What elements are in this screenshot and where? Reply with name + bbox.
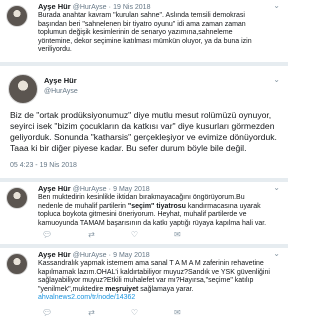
message-icon[interactable]: ✉ — [174, 308, 181, 317]
tweet-card[interactable]: Ayşe Hür @HurAyse · 9 May 2018 ⌄ Kassand… — [0, 248, 288, 330]
like-icon[interactable]: ♡ — [131, 230, 138, 239]
retweet-icon[interactable]: ⇄ — [88, 308, 95, 317]
author-handle[interactable]: @HurAyse — [73, 4, 107, 11]
tweet-text-line: başından beri "sahnelenen bir tiyatro oy… — [38, 20, 246, 28]
tweet-text-line: geliyorduk. Sonunda "katharsis" gerçekle… — [10, 132, 277, 142]
tweet-text-line: kamuoyunda TAMAM başarısının da katkı ya… — [38, 219, 267, 227]
tweet-text-line: kapılmamak lazım.OHAL'i kaldırtabiliyor … — [38, 268, 270, 276]
tweet-date[interactable]: 9 May 2018 — [113, 252, 150, 259]
tweet-text-line: Kassandralık yapmak istemem ama sanal T … — [38, 260, 264, 267]
avatar[interactable] — [8, 74, 38, 104]
avatar[interactable] — [6, 187, 28, 209]
tweet-text-line: Burada anahtar kavram "kurulan sahne". A… — [38, 12, 245, 19]
tweet-link[interactable]: ahvalnews2.com/tr/node/14362 — [38, 294, 135, 303]
tweet-timestamp[interactable]: 05 4:23 - 19 Nis 2018 — [10, 162, 77, 171]
avatar[interactable] — [6, 253, 28, 275]
author-handle[interactable]: @HurAyse — [73, 252, 107, 259]
tweet-text-line: veriliyordu. — [38, 46, 72, 53]
tweet-text-line: sağlayabiliyor muyuz?Etkili muhalefet va… — [38, 277, 254, 284]
tweet-card-focused[interactable]: Ayşe Hür @HurAyse ⌄ Biz de "ortak prodük… — [0, 66, 288, 176]
bold-phrase: "seçim" tiyatrosu — [127, 202, 186, 210]
chevron-down-icon[interactable]: ⌄ — [273, 249, 280, 258]
tweet-card[interactable]: Ayşe Hür @HurAyse · 19 Nis 2018 ⌄ Burada… — [0, 0, 288, 60]
tweet-actions: 💬︎ ⇄ ♡ ✉ — [42, 230, 181, 239]
chevron-down-icon[interactable]: ⌄ — [273, 1, 280, 10]
avatar[interactable] — [6, 5, 28, 27]
author-handle[interactable]: @HurAyse — [44, 86, 78, 95]
tweet-date[interactable]: 9 May 2018 — [113, 186, 150, 193]
tweet-date[interactable]: 19 Nis 2018 — [113, 4, 150, 11]
author-name[interactable]: Ayşe Hür — [44, 76, 77, 85]
message-icon[interactable]: ✉ — [174, 230, 181, 239]
retweet-icon[interactable]: ⇄ — [88, 230, 95, 239]
reply-icon[interactable]: 💬︎ — [42, 308, 52, 317]
chevron-down-icon[interactable]: ⌄ — [273, 183, 280, 192]
author-handle[interactable]: @HurAyse — [73, 186, 107, 193]
reply-icon[interactable]: 💬︎ — [42, 230, 52, 239]
chevron-down-icon[interactable]: ⌄ — [273, 75, 280, 84]
tweet-header: Ayşe Hür @HurAyse · 19 Nis 2018 — [38, 2, 151, 11]
tweet-thread: Ayşe Hür @HurAyse · 19 Nis 2018 ⌄ Burada… — [0, 0, 288, 330]
tweet-text-line: seyirci isek "bizim çocukların da katkıs… — [10, 121, 275, 131]
author-name[interactable]: Ayşe Hür — [38, 250, 71, 259]
tweet-card[interactable]: Ayşe Hür @HurAyse · 9 May 2018 ⌄ Ben muk… — [0, 182, 288, 242]
author-name[interactable]: Ayşe Hür — [38, 2, 71, 11]
tweet-text-line: Ben muktedirin kesinlikle iktidan bırakm… — [38, 194, 245, 201]
like-icon[interactable]: ♡ — [131, 308, 138, 317]
author-name[interactable]: Ayşe Hür — [38, 184, 71, 193]
tweet-header: Ayşe Hür @HurAyse · 9 May 2018 — [38, 250, 150, 259]
tweet-text-line: Taaa ki bir diğer piyese kadar. Bu sefer… — [10, 143, 247, 153]
tweet-header: Ayşe Hür @HurAyse · 9 May 2018 — [38, 184, 150, 193]
tweet-text-line: nedenle de muhalif partilerin "seçim" ti… — [38, 202, 261, 210]
tweet-text-line: "yenilmek",muktedire meşruiyet sağlamaya… — [38, 285, 194, 293]
tweet-text-line: yöntemine, dekor seçimine katılması mümk… — [38, 37, 252, 45]
bold-phrase: meşruiyet — [105, 285, 139, 293]
tweet-text-line: toplumun değişik kesimlerinin de senaryo… — [38, 29, 233, 36]
tweet-actions: 💬︎ ⇄ ♡ ✉ — [42, 308, 181, 317]
tweet-text-line: Biz de "ortak prodüksiyonumuz" diye mutl… — [10, 110, 272, 120]
tweet-text-line: topluca boykota gitmesini öneriyorum. He… — [38, 211, 247, 218]
